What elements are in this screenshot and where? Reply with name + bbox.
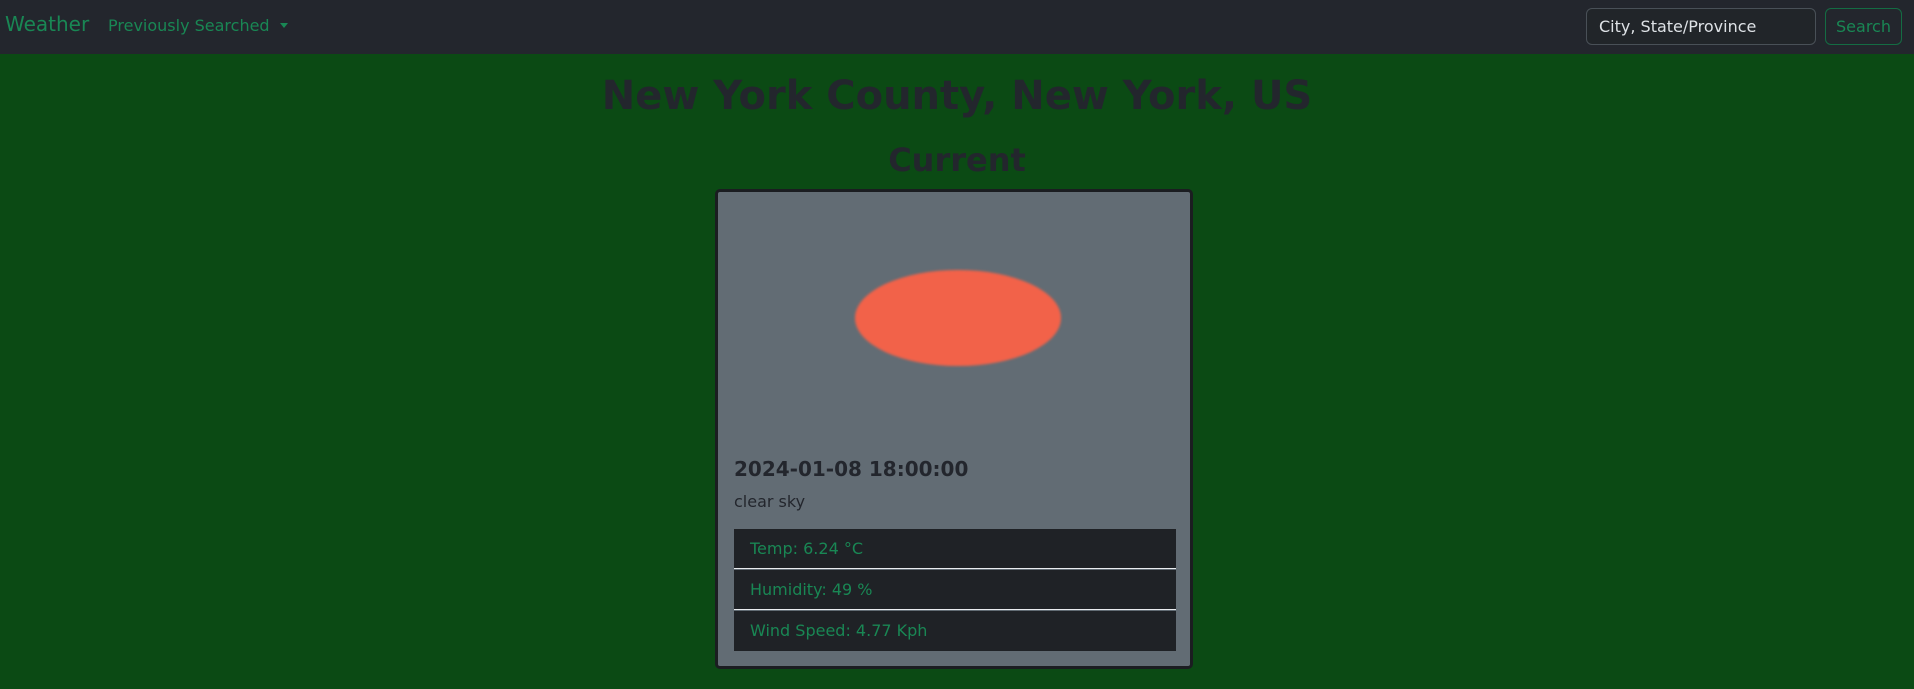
current-weather-card: 2024-01-08 18:00:00 clear sky Temp: 6.24… [715,189,1193,669]
top-navbar: Weather Previously Searched Search [0,0,1914,54]
wind-speed-stat: Wind Speed: 4.77 Kph [734,611,1176,651]
dropdown-label: Previously Searched [108,16,270,35]
weather-stats-list: Temp: 6.24 °C Humidity: 49 % Wind Speed:… [734,529,1176,651]
current-heading: Current [888,141,1026,179]
weather-description: clear sky [734,492,806,511]
humidity-stat: Humidity: 49 % [734,570,1176,610]
sun-icon [855,270,1061,366]
brand-link[interactable]: Weather [5,12,89,36]
chevron-down-icon [279,23,288,28]
temperature-stat: Temp: 6.24 °C [734,529,1176,569]
search-input[interactable] [1586,8,1816,45]
location-title: New York County, New York, US [601,73,1313,119]
forecast-datetime: 2024-01-08 18:00:00 [734,457,969,481]
search-button[interactable]: Search [1825,8,1902,45]
previously-searched-dropdown[interactable]: Previously Searched [108,16,288,35]
